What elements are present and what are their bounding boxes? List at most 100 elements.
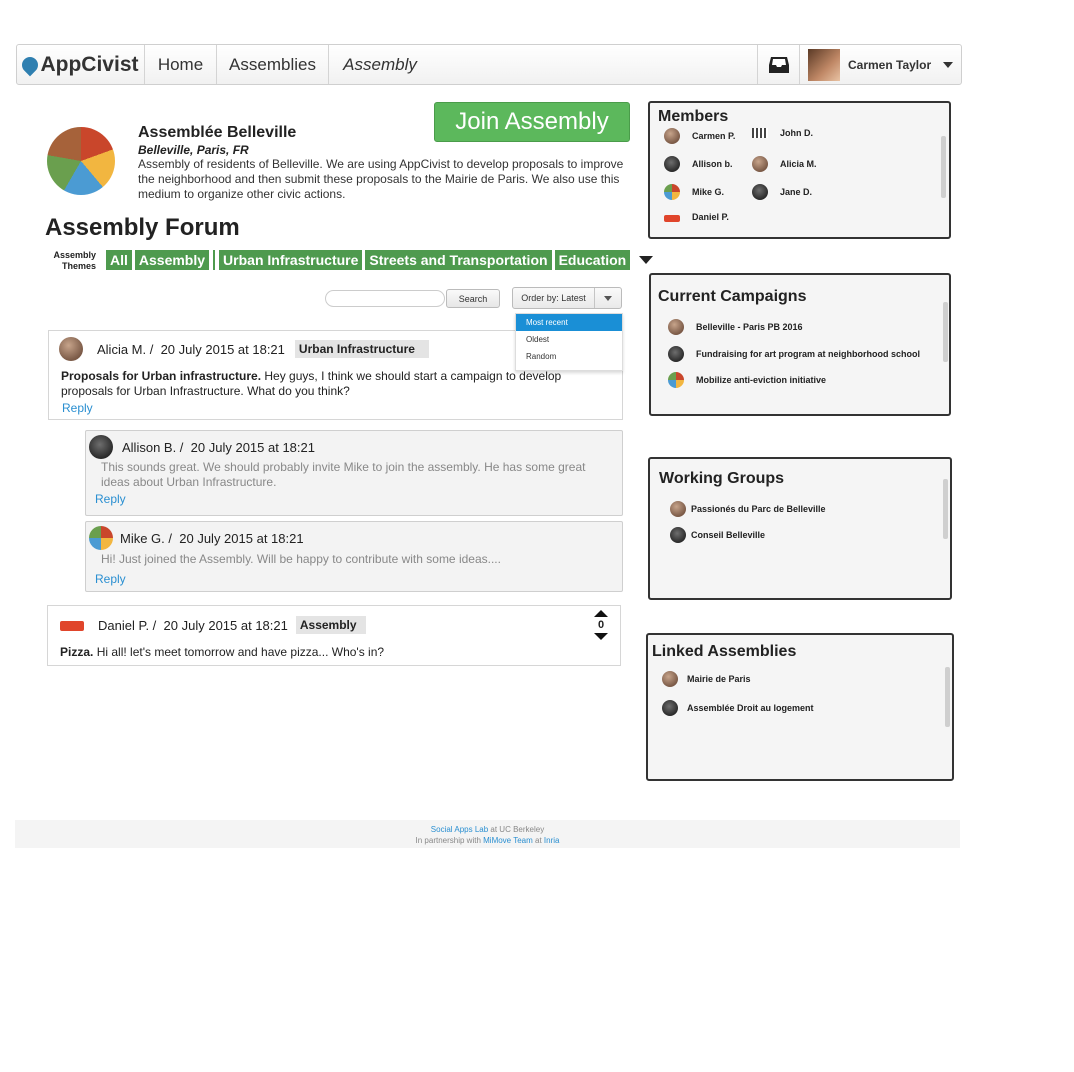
join-assembly-button[interactable]: Join Assembly <box>434 102 630 142</box>
user-avatar <box>808 48 840 81</box>
social-apps-lab-link[interactable]: Social Apps Lab <box>431 825 488 834</box>
member-item[interactable]: Alicia M. <box>752 156 817 172</box>
theme-education[interactable]: Education <box>554 250 631 270</box>
footer-line-2: In partnership with MiMove Team at Inria <box>15 835 960 846</box>
campaign-item[interactable]: Belleville - Paris PB 2016 <box>668 319 803 335</box>
nav-assemblies[interactable]: Assemblies <box>217 45 329 84</box>
reply-link[interactable]: Reply <box>95 492 126 506</box>
post-tag[interactable]: Urban Infrastructure <box>294 340 429 358</box>
forum-post: Daniel P. / 20 July 2015 at 18:21 Assemb… <box>47 605 621 666</box>
theme-filters: All Assembly Urban Infrastructure Street… <box>106 250 654 270</box>
panel-title: Working Groups <box>659 470 785 487</box>
nav-home[interactable]: Home <box>145 45 217 84</box>
mimove-team-link[interactable]: MiMove Team <box>483 836 533 845</box>
avatar <box>89 526 113 550</box>
member-name: John D. <box>780 128 813 138</box>
avatar <box>664 184 680 200</box>
themes-more-icon[interactable] <box>639 256 654 264</box>
avatar <box>752 128 768 138</box>
linked-assembly-name: Assemblée Droit au logement <box>687 703 814 713</box>
post-tag[interactable]: Assembly <box>295 616 366 634</box>
inbox-button[interactable] <box>757 45 800 84</box>
chevron-down-icon <box>943 61 954 68</box>
theme-streets-transportation[interactable]: Streets and Transportation <box>365 250 552 270</box>
avatar <box>668 319 684 335</box>
themes-label: Assembly Themes <box>53 250 96 271</box>
avatar <box>668 346 684 362</box>
working-group-item[interactable]: Conseil Belleville <box>670 527 765 543</box>
scrollbar[interactable] <box>943 479 948 539</box>
campaign-name: Fundraising for art program at neighborh… <box>696 349 921 359</box>
post-body: Hi! Just joined the Assembly. Will be ha… <box>101 552 501 566</box>
scrollbar[interactable] <box>941 136 946 198</box>
post-author: Alicia M. / <box>97 341 154 357</box>
order-option-oldest[interactable]: Oldest <box>516 331 622 348</box>
member-name: Allison b. <box>692 159 733 169</box>
order-option-most-recent[interactable]: Most recent <box>516 314 622 331</box>
working-groups-panel: Working Groups Passionés du Parc de Bell… <box>648 457 952 600</box>
avatar <box>664 156 680 172</box>
member-name: Daniel P. <box>692 212 729 222</box>
nav-assembly[interactable]: Assembly <box>329 45 431 84</box>
order-label: Order by: Latest <box>513 288 595 308</box>
post-body: Pizza. Hi all! let's meet tomorrow and h… <box>60 645 560 660</box>
avatar <box>662 700 678 716</box>
post-date: 20 July 2015 at 18:21 <box>190 439 315 455</box>
post-header: Alicia M. / 20 July 2015 at 18:21 Urban … <box>59 337 429 361</box>
search-button[interactable]: Search <box>446 289 500 308</box>
member-item[interactable]: Carmen P. <box>664 128 735 144</box>
post-author: Allison B. / <box>122 439 184 455</box>
post-header: Mike G. / 20 July 2015 at 18:21 <box>89 526 304 550</box>
member-item[interactable]: Mike G. <box>664 184 724 200</box>
post-text: Hi all! let's meet tomorrow and have piz… <box>93 645 385 659</box>
linked-assembly-item[interactable]: Mairie de Paris <box>662 671 751 687</box>
post-author: Mike G. / <box>120 530 173 546</box>
post-header: Daniel P. / 20 July 2015 at 18:21 Assemb… <box>60 616 366 634</box>
working-group-item[interactable]: Passionés du Parc de Belleville <box>670 501 826 517</box>
member-item[interactable]: Allison b. <box>664 156 733 172</box>
avatar <box>668 372 684 388</box>
post-body: This sounds great. We should probably in… <box>101 460 586 489</box>
theme-all[interactable]: All <box>106 250 132 270</box>
member-item[interactable]: Jane D. <box>752 184 812 200</box>
reply-link[interactable]: Reply <box>62 401 93 415</box>
campaign-name: Mobilize anti-eviction initiative <box>696 375 827 385</box>
panel-title: Members <box>658 108 729 125</box>
avatar <box>752 184 768 200</box>
user-menu[interactable]: Carmen Taylor <box>800 45 962 84</box>
theme-urban-infrastructure[interactable]: Urban Infrastructure <box>219 250 363 270</box>
theme-assembly[interactable]: Assembly <box>134 250 210 270</box>
post-title: Proposals for Urban infrastructure. <box>61 369 262 383</box>
member-name: Alicia M. <box>780 159 817 169</box>
footer-text: at <box>532 836 544 845</box>
scrollbar[interactable] <box>945 667 950 727</box>
linked-assemblies-panel: Linked Assemblies Mairie de Paris Assemb… <box>646 633 954 781</box>
member-name: Carmen P. <box>692 131 736 141</box>
scrollbar[interactable] <box>943 302 948 362</box>
order-option-random[interactable]: Random <box>516 348 622 365</box>
avatar <box>670 501 686 517</box>
assembly-location: Belleville, Paris, FR <box>138 143 249 157</box>
top-navbar: AppCivist Home Assemblies Assembly Carme… <box>16 44 962 85</box>
search-input[interactable] <box>325 290 445 307</box>
order-select[interactable]: Order by: Latest <box>512 287 622 309</box>
inria-link[interactable]: Inria <box>544 836 560 845</box>
downvote-icon[interactable] <box>594 633 608 640</box>
reply-link[interactable]: Reply <box>95 572 126 586</box>
campaign-item[interactable]: Fundraising for art program at neighborh… <box>668 346 920 362</box>
member-item[interactable]: John D. <box>752 128 813 138</box>
theme-divider <box>213 250 216 270</box>
linked-assembly-item[interactable]: Assemblée Droit au logement <box>662 700 814 716</box>
member-item[interactable]: Daniel P. <box>664 212 729 222</box>
member-name: Mike G. <box>692 187 725 197</box>
appcivist-logo[interactable]: AppCivist <box>17 45 145 84</box>
assembly-logo <box>47 127 115 195</box>
order-dropdown: Most recent Oldest Random <box>515 313 623 371</box>
logo-text: AppCivist <box>40 52 139 76</box>
footer-text: In partnership with <box>415 836 484 845</box>
post-header: Allison B. / 20 July 2015 at 18:21 <box>89 435 315 459</box>
footer-text: at UC Berkeley <box>488 825 545 834</box>
members-panel: Members Carmen P. John D. Allison b. Ali… <box>648 101 951 239</box>
upvote-icon[interactable] <box>594 610 608 617</box>
campaign-item[interactable]: Mobilize anti-eviction initiative <box>668 372 826 388</box>
